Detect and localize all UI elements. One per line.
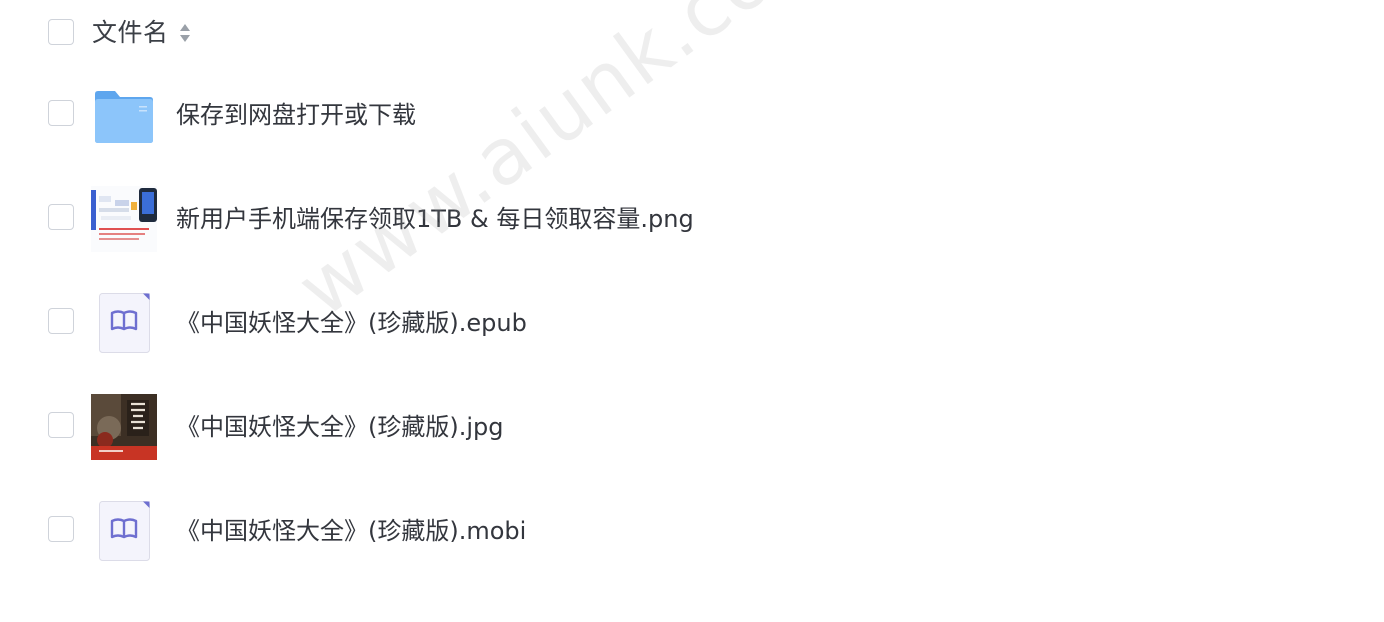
list-item[interactable]: 保存到网盘打开或下载 [0,62,1384,166]
row-checkbox[interactable] [48,204,74,230]
file-name[interactable]: 《中国妖怪大全》(珍藏版).jpg [176,407,504,447]
row-checkbox[interactable] [48,100,74,126]
list-item[interactable]: 新用户手机端保存领取1TB & 每日领取容量.png [0,166,1384,270]
list-item[interactable]: 《中国妖怪大全》(珍藏版).mobi [0,478,1384,582]
file-name[interactable]: 《中国妖怪大全》(珍藏版).mobi [176,511,526,551]
book-icon [99,293,150,353]
row-checkbox[interactable] [48,516,74,542]
folder-icon [95,91,153,143]
file-name[interactable]: 保存到网盘打开或下载 [176,95,416,135]
filename-column-header[interactable]: 文件名 [92,16,169,50]
row-checkbox[interactable] [48,412,74,438]
select-all-checkbox[interactable] [48,19,74,45]
list-header: 文件名 [0,0,1384,66]
list-item[interactable]: 《中国妖怪大全》(珍藏版).jpg [0,374,1384,478]
row-checkbox[interactable] [48,308,74,334]
sort-icon[interactable] [178,21,192,45]
cover-thumbnail [91,394,157,460]
list-item[interactable]: 《中国妖怪大全》(珍藏版).epub [0,270,1384,374]
screenshot-thumbnail [91,186,157,252]
book-icon [99,501,150,561]
file-name[interactable]: 新用户手机端保存领取1TB & 每日领取容量.png [176,199,694,239]
file-name[interactable]: 《中国妖怪大全》(珍藏版).epub [176,303,527,343]
